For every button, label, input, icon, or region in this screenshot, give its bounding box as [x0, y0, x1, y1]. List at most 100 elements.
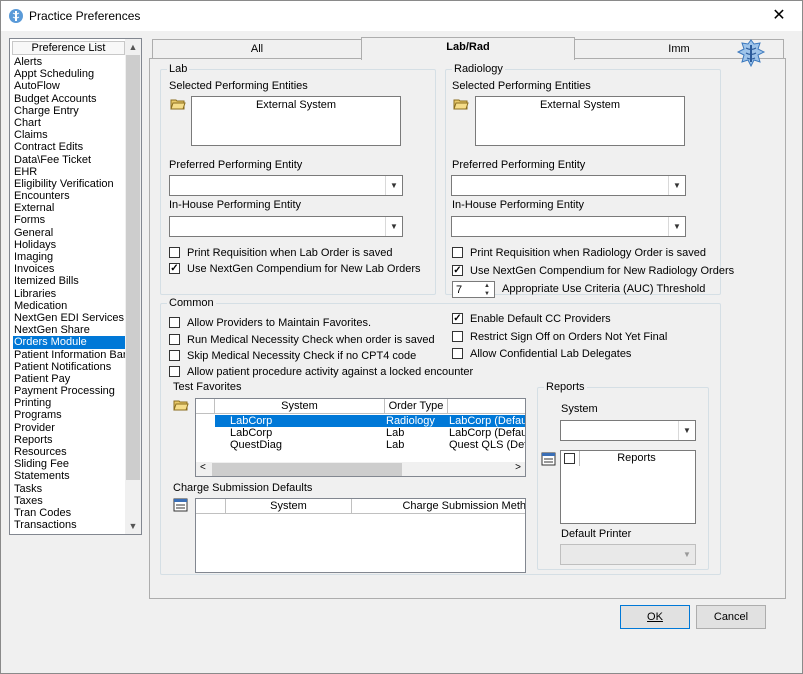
folder-open-icon[interactable]: [452, 97, 470, 114]
list-item[interactable]: Taxes: [13, 495, 126, 507]
table-row[interactable]: LabCorp: [230, 415, 272, 427]
chevron-down-icon[interactable]: ▼: [678, 421, 695, 440]
list-item[interactable]: General: [13, 227, 126, 239]
radiology-entities-list[interactable]: External System: [475, 96, 685, 146]
list-item[interactable]: Programs: [13, 409, 126, 421]
list-item[interactable]: Printing: [13, 397, 126, 409]
tab-all[interactable]: All: [152, 39, 362, 59]
scroll-thumb[interactable]: [212, 463, 402, 476]
scroll-left-icon[interactable]: <: [200, 462, 206, 473]
table-cell[interactable]: Quest QLS (Default): [449, 439, 525, 451]
list-item[interactable]: Patient Notifications: [13, 361, 126, 373]
auc-threshold-spinner[interactable]: 7 ▲ ▼: [452, 281, 495, 298]
close-button[interactable]: ✕: [756, 1, 802, 31]
scroll-thumb[interactable]: [126, 55, 140, 480]
list-item[interactable]: Charge Entry: [13, 105, 126, 117]
chevron-down-icon[interactable]: ▼: [385, 176, 402, 195]
chevron-down-icon[interactable]: ▼: [668, 176, 685, 195]
list-item[interactable]: Medication: [13, 300, 126, 312]
list-item[interactable]: Sliding Fee: [13, 458, 126, 470]
cancel-button[interactable]: Cancel: [696, 605, 766, 629]
list-edit-icon[interactable]: [173, 498, 189, 513]
list-item[interactable]: Tasks: [13, 483, 126, 495]
list-item[interactable]: Data\Fee Ticket: [13, 154, 126, 166]
list-item[interactable]: Contract Edits: [13, 141, 126, 153]
list-item[interactable]: Eligibility Verification: [13, 178, 126, 190]
list-item[interactable]: Libraries: [13, 288, 126, 300]
radiology-preferred-select[interactable]: ▼: [451, 175, 686, 196]
table-row[interactable]: QuestDiag: [230, 439, 282, 451]
radiology-inhouse-select[interactable]: ▼: [451, 216, 686, 237]
radiology-compendium-checkbox[interactable]: ✓: [452, 265, 463, 276]
list-item[interactable]: Statements: [13, 470, 126, 482]
default-printer-select[interactable]: ▼: [560, 544, 696, 565]
lab-entities-list[interactable]: External System: [191, 96, 401, 146]
table-cell[interactable]: Lab: [386, 427, 404, 439]
list-item[interactable]: Patient Information Bar: [13, 349, 127, 361]
list-item[interactable]: Patient Pay: [13, 373, 126, 385]
list-item[interactable]: EHR: [13, 166, 126, 178]
run-med-necessity-checkbox[interactable]: [169, 334, 180, 345]
list-item[interactable]: Reports: [13, 434, 126, 446]
lab-print-req-checkbox[interactable]: [169, 247, 180, 258]
lab-compendium-checkbox[interactable]: ✓: [169, 263, 180, 274]
scroll-right-icon[interactable]: >: [515, 462, 521, 473]
list-item[interactable]: Appt Scheduling: [13, 68, 126, 80]
chevron-down-icon[interactable]: ▼: [678, 545, 695, 564]
table-cell[interactable]: LabCorp (Default): [449, 427, 525, 439]
restrict-sign-off-checkbox[interactable]: [452, 331, 463, 342]
preference-list-scrollbar[interactable]: ▲ ▼: [125, 39, 141, 534]
test-favorites-grid[interactable]: System Order Type LabCorp Radiology LabC…: [195, 398, 526, 477]
list-item[interactable]: Alerts: [13, 56, 126, 68]
skip-med-necessity-checkbox[interactable]: [169, 350, 180, 361]
chevron-down-icon[interactable]: ▼: [385, 217, 402, 236]
reports-select-all-checkbox[interactable]: [564, 453, 575, 464]
lab-preferred-select[interactable]: ▼: [169, 175, 403, 196]
allow-favorites-checkbox[interactable]: [169, 317, 180, 328]
list-edit-icon[interactable]: [541, 452, 557, 467]
allow-locked-encounter-checkbox[interactable]: [169, 366, 180, 377]
radiology-print-req-checkbox[interactable]: [452, 247, 463, 258]
table-row[interactable]: LabCorp: [230, 427, 272, 439]
list-item[interactable]: Resources: [13, 446, 126, 458]
list-item[interactable]: Forms: [13, 214, 126, 226]
practice-preferences-window: Practice Preferences ✕ Preference List A…: [0, 0, 803, 674]
enable-cc-providers-checkbox[interactable]: ✓: [452, 313, 463, 324]
list-item[interactable]: Invoices: [13, 263, 126, 275]
list-item[interactable]: Itemized Bills: [13, 275, 126, 287]
table-cell[interactable]: LabCorp (Default): [449, 415, 525, 427]
list-item[interactable]: Chart: [13, 117, 126, 129]
list-item[interactable]: Claims: [13, 129, 126, 141]
list-item[interactable]: Encounters: [13, 190, 126, 202]
list-item[interactable]: Transactions: [13, 519, 126, 531]
table-cell[interactable]: Radiology: [386, 415, 435, 427]
folder-open-icon[interactable]: [172, 398, 190, 415]
confidential-delegates-checkbox[interactable]: [452, 348, 463, 359]
list-item[interactable]: AutoFlow: [13, 80, 126, 92]
folder-open-icon[interactable]: [169, 97, 187, 114]
lab-inhouse-select[interactable]: ▼: [169, 216, 403, 237]
test-favorites-hscroll[interactable]: < >: [196, 462, 525, 476]
reports-list[interactable]: Reports: [560, 450, 696, 524]
list-item[interactable]: Tran Codes: [13, 507, 126, 519]
charge-submission-grid[interactable]: System Charge Submission Meth: [195, 498, 526, 573]
ok-button[interactable]: OK: [620, 605, 690, 629]
table-cell[interactable]: Lab: [386, 439, 404, 451]
list-item[interactable]: NextGen Share: [13, 324, 126, 336]
list-item[interactable]: NextGen EDI Services: [13, 312, 126, 324]
list-item[interactable]: Holidays: [13, 239, 126, 251]
chevron-down-icon[interactable]: ▼: [668, 217, 685, 236]
list-item[interactable]: Budget Accounts: [13, 93, 126, 105]
scroll-up-icon[interactable]: ▲: [125, 39, 141, 55]
list-item[interactable]: Orders Module: [13, 336, 126, 349]
list-item[interactable]: Payment Processing: [13, 385, 126, 397]
spin-down-icon[interactable]: ▼: [480, 290, 494, 298]
spin-up-icon[interactable]: ▲: [480, 282, 494, 290]
preference-list[interactable]: Preference List Alerts Appt Scheduling Aut…: [9, 38, 142, 535]
tab-lab-rad[interactable]: Lab/Rad: [361, 37, 575, 60]
scroll-down-icon[interactable]: ▼: [125, 518, 141, 534]
list-item[interactable]: External: [13, 202, 126, 214]
list-item[interactable]: Provider: [13, 422, 126, 434]
list-item[interactable]: Imaging: [13, 251, 126, 263]
reports-system-select[interactable]: ▼: [560, 420, 696, 441]
